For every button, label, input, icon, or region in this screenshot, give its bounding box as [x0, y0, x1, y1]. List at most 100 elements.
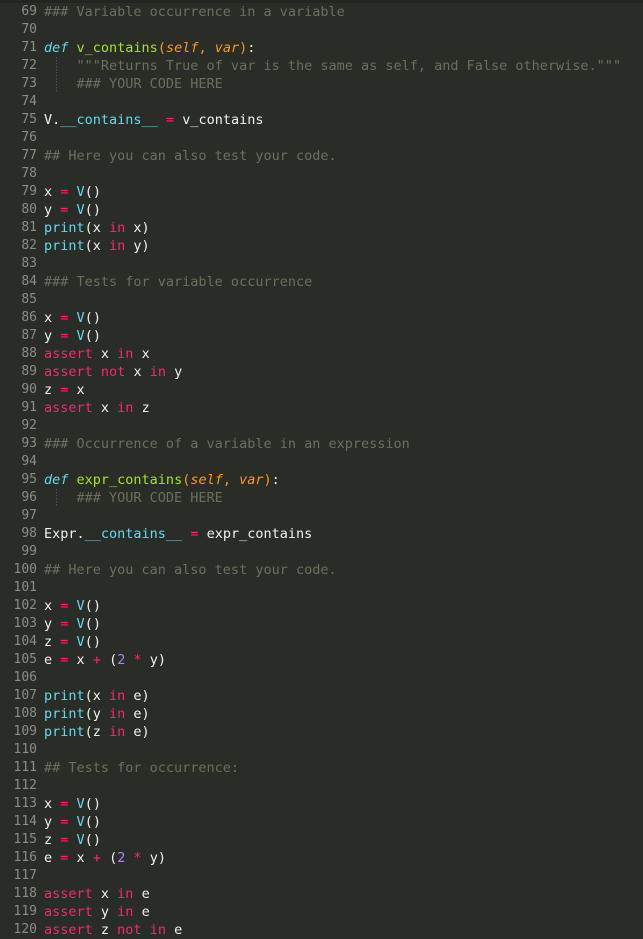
- code-line[interactable]: 75 V.__contains__ = v_contains: [0, 111, 643, 129]
- line-source[interactable]: print(y in e): [44, 705, 150, 723]
- line-source[interactable]: print(x in y): [44, 237, 150, 255]
- token-fn: expr_contains: [76, 472, 183, 488]
- code-line[interactable]: 89 assert not x in y: [0, 363, 643, 381]
- line-source[interactable]: z = x: [44, 381, 85, 399]
- code-line[interactable]: 105 e = x + (2 * y): [0, 651, 643, 669]
- code-line[interactable]: 119 assert y in e: [0, 903, 643, 921]
- code-line[interactable]: 103 y = V(): [0, 615, 643, 633]
- token-kw: in: [117, 904, 134, 920]
- code-content[interactable]: 69 ### Variable occurrence in a variable 7…: [0, 3, 643, 939]
- line-source[interactable]: """Returns True of var is the same as se…: [44, 57, 622, 75]
- code-line[interactable]: 88 assert x in x: [0, 345, 643, 363]
- code-line[interactable]: 96 ### YOUR CODE HERE: [0, 489, 643, 507]
- code-line[interactable]: 94: [0, 453, 643, 471]
- code-line[interactable]: 114 y = V(): [0, 813, 643, 831]
- code-line[interactable]: 76: [0, 129, 643, 147]
- code-line[interactable]: 111 ## Tests for occurrence:: [0, 759, 643, 777]
- token-pl: e): [125, 706, 150, 722]
- code-line[interactable]: 112: [0, 777, 643, 795]
- line-source[interactable]: e = x + (2 * y): [44, 849, 166, 867]
- code-line[interactable]: 115 z = V(): [0, 831, 643, 849]
- code-line[interactable]: 95 def expr_contains(self, var):: [0, 471, 643, 489]
- code-line[interactable]: 92: [0, 417, 643, 435]
- line-source[interactable]: ### Variable occurrence in a variable: [44, 3, 345, 21]
- line-source[interactable]: assert x in e: [44, 885, 150, 903]
- code-line[interactable]: 70: [0, 21, 643, 39]
- line-source[interactable]: def v_contains(self, var):: [44, 39, 255, 57]
- line-source[interactable]: assert z not in e: [44, 921, 182, 939]
- code-line[interactable]: 118 assert x in e: [0, 885, 643, 903]
- code-line[interactable]: 108 print(y in e): [0, 705, 643, 723]
- line-source[interactable]: print(x in x): [44, 219, 150, 237]
- code-line[interactable]: 78: [0, 165, 643, 183]
- code-line[interactable]: 110: [0, 741, 643, 759]
- code-line[interactable]: 97: [0, 507, 643, 525]
- line-source[interactable]: x = V(): [44, 795, 101, 813]
- code-line[interactable]: 87 y = V(): [0, 327, 643, 345]
- code-line[interactable]: 101: [0, 579, 643, 597]
- code-line[interactable]: 77 ## Here you can also test your code.: [0, 147, 643, 165]
- code-line[interactable]: 104 z = V(): [0, 633, 643, 651]
- code-line[interactable]: 102 x = V(): [0, 597, 643, 615]
- code-line[interactable]: 116 e = x + (2 * y): [0, 849, 643, 867]
- line-source[interactable]: e = x + (2 * y): [44, 651, 166, 669]
- line-source[interactable]: ### Occurrence of a variable in an expre…: [44, 435, 410, 453]
- line-source[interactable]: y = V(): [44, 615, 101, 633]
- code-line[interactable]: 91 assert x in z: [0, 399, 643, 417]
- line-source[interactable]: x = V(): [44, 309, 101, 327]
- code-line[interactable]: 85: [0, 291, 643, 309]
- code-line[interactable]: 79 x = V(): [0, 183, 643, 201]
- line-number: 93: [21, 436, 37, 451]
- code-line[interactable]: 72 """Returns True of var is the same as…: [0, 57, 643, 75]
- code-line[interactable]: 107 print(x in e): [0, 687, 643, 705]
- line-source[interactable]: ### YOUR CODE HERE: [44, 75, 223, 93]
- code-line[interactable]: 106: [0, 669, 643, 687]
- code-line[interactable]: 120 assert z not in e: [0, 921, 643, 939]
- line-source[interactable]: ## Here you can also test your code.: [44, 147, 337, 165]
- line-source[interactable]: x = V(): [44, 597, 101, 615]
- code-line[interactable]: 109 print(z in e): [0, 723, 643, 741]
- code-line[interactable]: 90 z = x: [0, 381, 643, 399]
- line-source[interactable]: y = V(): [44, 327, 101, 345]
- code-line[interactable]: 99: [0, 543, 643, 561]
- line-source[interactable]: assert x in z: [44, 399, 150, 417]
- code-line[interactable]: 86 x = V(): [0, 309, 643, 327]
- code-editor[interactable]: 69 ### Variable occurrence in a variable 7…: [0, 0, 643, 938]
- code-line[interactable]: 84 ### Tests for variable occurrence: [0, 273, 643, 291]
- line-source[interactable]: ## Tests for occurrence:: [44, 759, 239, 777]
- line-source[interactable]: z = V(): [44, 831, 101, 849]
- line-source[interactable]: Expr.__contains__ = expr_contains: [44, 525, 312, 543]
- code-line[interactable]: 82 print(x in y): [0, 237, 643, 255]
- line-source[interactable]: print(x in e): [44, 687, 150, 705]
- line-source[interactable]: y = V(): [44, 201, 101, 219]
- code-line[interactable]: 74: [0, 93, 643, 111]
- line-source[interactable]: x = V(): [44, 183, 101, 201]
- line-source[interactable]: assert x in x: [44, 345, 150, 363]
- code-line[interactable]: 81 print(x in x): [0, 219, 643, 237]
- code-line[interactable]: 80 y = V(): [0, 201, 643, 219]
- line-source[interactable]: y = V(): [44, 813, 101, 831]
- line-source[interactable]: print(z in e): [44, 723, 150, 741]
- token-pl: e: [165, 922, 183, 938]
- token-pl: z: [92, 922, 118, 938]
- token-pl: z: [44, 634, 61, 650]
- line-source[interactable]: V.__contains__ = v_contains: [44, 111, 264, 129]
- line-source[interactable]: ### YOUR CODE HERE: [44, 489, 223, 507]
- code-line[interactable]: 98 Expr.__contains__ = expr_contains: [0, 525, 643, 543]
- token-pl: x: [133, 346, 150, 362]
- code-line[interactable]: 93 ### Occurrence of a variable in an exp…: [0, 435, 643, 453]
- line-source[interactable]: assert y in e: [44, 903, 150, 921]
- line-source[interactable]: ## Here you can also test your code.: [44, 561, 337, 579]
- line-source[interactable]: z = V(): [44, 633, 101, 651]
- code-line[interactable]: 69 ### Variable occurrence in a variable: [0, 3, 643, 21]
- code-line[interactable]: 113 x = V(): [0, 795, 643, 813]
- code-line[interactable]: 100 ## Here you can also test your code.: [0, 561, 643, 579]
- line-source[interactable]: def expr_contains(self, var):: [44, 471, 280, 489]
- line-source[interactable]: assert not x in y: [44, 363, 182, 381]
- code-line[interactable]: 83: [0, 255, 643, 273]
- line-source[interactable]: ### Tests for variable occurrence: [44, 273, 312, 291]
- code-line[interactable]: 71 def v_contains(self, var):: [0, 39, 643, 57]
- code-line[interactable]: 73 ### YOUR CODE HERE: [0, 75, 643, 93]
- line-number: 101: [13, 580, 37, 595]
- code-line[interactable]: 117: [0, 867, 643, 885]
